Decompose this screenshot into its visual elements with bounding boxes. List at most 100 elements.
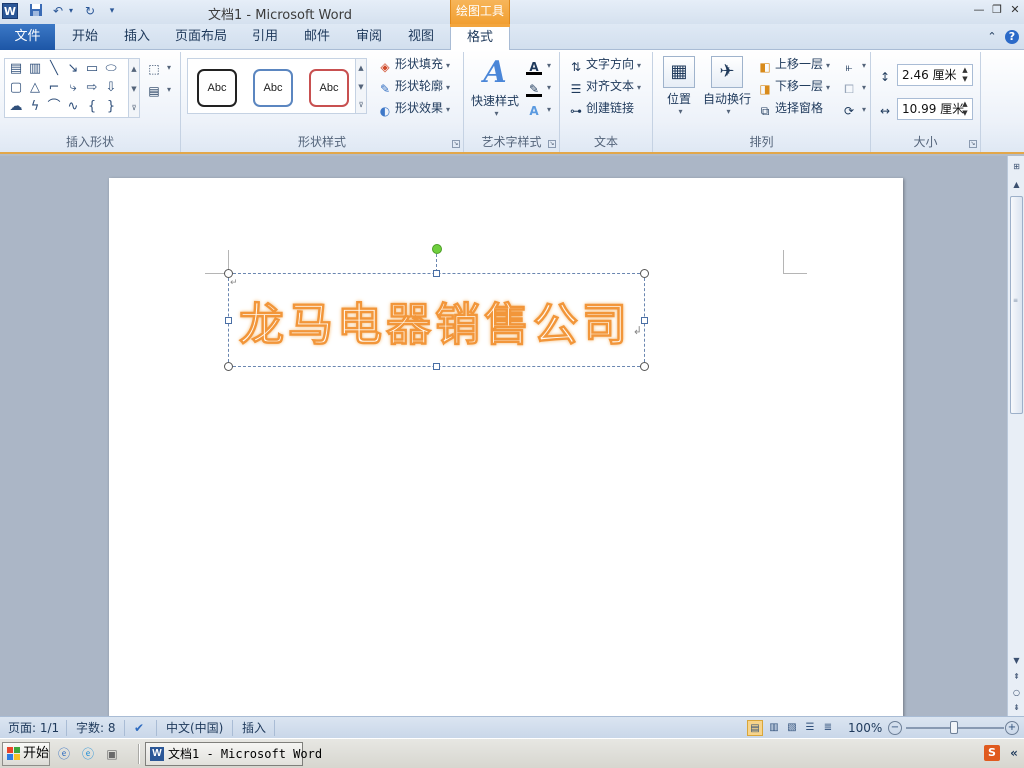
scroll-down-icon[interactable]: ▼ [1010,654,1023,668]
shape-effects-button[interactable]: ◐ 形状效果 ▾ [377,98,450,118]
scroll-up-icon[interactable]: ▲ [1010,178,1023,192]
triangle-shape-icon[interactable]: △ [26,79,44,97]
select-browse-object-icon[interactable]: ○ [1010,686,1023,700]
shape-style-swatch[interactable]: Abc [197,69,237,107]
shape-outline-button[interactable]: ✎ 形状轮廓 ▾ [377,76,450,96]
document-page[interactable]: ↵ 龙马电器销售公司 ↲ [109,178,903,716]
oval-shape-icon[interactable]: ⬭ [102,60,120,78]
rotate-button[interactable]: ⟳ ▾ [841,98,866,118]
tab-insert[interactable]: 插入 [114,24,160,50]
align-button[interactable]: ⫦ ▾ [841,54,866,74]
tab-review[interactable]: 审阅 [346,24,392,50]
align-text-button[interactable]: ☰ 对齐文本 ▾ [568,76,641,96]
selection-pane-button[interactable]: ⧉ 选择窗格 [757,98,823,118]
full-screen-reading-view-icon[interactable]: ▥ [766,720,782,736]
draw-textbox-button[interactable]: ▤ ▾ [146,78,171,98]
shape-style-swatch[interactable]: Abc [253,69,293,107]
vertical-scrollbar[interactable]: ⊞ ▲ ≡ ▼ ⇞ ○ ⇟ [1007,156,1024,716]
start-button[interactable]: 开始 [2,742,50,766]
language-indicator[interactable]: 中文(中国) [166,720,223,736]
wordart-text[interactable]: 龙马电器销售公司 [239,288,639,353]
resize-handle-top[interactable] [433,270,440,277]
wordart-styles-launcher-icon[interactable]: ↘ [548,140,556,148]
down-arrow-shape-icon[interactable]: ⇩ [102,79,120,97]
ruler-toggle-icon[interactable]: ⊞ [1010,160,1023,174]
position-button[interactable]: ▦ 位置 ▾ [659,56,699,116]
draft-view-icon[interactable]: ≣ [820,720,836,736]
tab-file[interactable]: 文件 [0,24,55,50]
arc-shape-icon[interactable]: ⌒ [45,98,63,116]
arrow-line-shape-icon[interactable]: ↘ [64,60,82,78]
tray-expand-icon[interactable]: « [1006,745,1022,761]
height-spin-up-icon[interactable]: ▲ [960,66,970,75]
vertical-textbox-shape-icon[interactable]: ▥ [26,60,44,78]
lightning-shape-icon[interactable]: ϟ [26,98,44,116]
zoom-level[interactable]: 100% [848,720,882,736]
textbox-shape-icon[interactable]: ▤ [7,60,25,78]
width-spin-down-icon[interactable]: ▼ [960,109,970,118]
tab-home[interactable]: 开始 [62,24,108,50]
left-brace-shape-icon[interactable]: { [83,98,101,116]
quick-launch-app-icon[interactable]: ▣ [104,746,120,762]
quick-launch-browser-icon[interactable]: ⓔ [80,746,96,762]
taskbar-word-window[interactable]: W 文档1 - Microsoft Word [145,742,322,766]
web-layout-view-icon[interactable]: ▧ [784,720,800,736]
zoom-out-icon[interactable]: − [888,721,902,735]
text-fill-button[interactable]: A ▾ [526,54,551,75]
minimize-icon[interactable]: — [972,3,986,17]
previous-page-icon[interactable]: ⇞ [1010,670,1023,684]
shape-width-input[interactable]: 10.99 厘米 ▲ ▼ [897,98,973,120]
bring-forward-button[interactable]: ◧ 上移一层 ▾ [757,54,830,74]
close-icon[interactable]: ✕ [1008,3,1022,17]
shapes-more-icon[interactable]: ⊽ [128,99,139,117]
outline-view-icon[interactable]: ☰ [802,720,818,736]
shapes-scroll-down-icon[interactable]: ▼ [128,79,139,99]
edit-shape-button[interactable]: ⬚ ▾ [146,56,171,76]
print-layout-view-icon[interactable]: ▤ [747,720,763,736]
rotate-handle[interactable] [432,244,442,254]
shape-styles-launcher-icon[interactable]: ↘ [452,140,460,148]
resize-handle-top-right[interactable] [640,269,649,278]
shape-height-input[interactable]: 2.46 厘米 ▲ ▼ [897,64,973,86]
resize-handle-bottom-right[interactable] [640,362,649,371]
quick-styles-button[interactable]: A 快速样式 ▾ [468,56,522,119]
zoom-slider-thumb[interactable] [950,721,958,734]
resize-handle-top-left[interactable] [224,269,233,278]
resize-handle-right[interactable] [641,317,648,324]
line-shape-icon[interactable]: ╲ [45,60,63,78]
resize-handle-left[interactable] [225,317,232,324]
proofing-icon[interactable]: ✔ [134,720,144,736]
resize-handle-bottom-left[interactable] [224,362,233,371]
rectangle-shape-icon[interactable]: ▭ [83,60,101,78]
resize-handle-bottom[interactable] [433,363,440,370]
tray-app-icon[interactable]: S [984,745,1000,761]
send-backward-button[interactable]: ◨ 下移一层 ▾ [757,76,830,96]
styles-scroll-down-icon[interactable]: ▼ [355,78,366,97]
styles-scroll-up-icon[interactable]: ▲ [355,59,366,78]
text-outline-button[interactable]: ✎ ▾ [526,76,551,97]
width-spin-up-icon[interactable]: ▲ [960,100,970,109]
elbow-connector-shape-icon[interactable]: ⌐ [45,79,63,97]
text-effects-button[interactable]: A ▾ [526,98,551,118]
tab-references[interactable]: 引用 [242,24,288,50]
rounded-rectangle-shape-icon[interactable]: ▢ [7,79,25,97]
page-count[interactable]: 页面: 1/1 [8,720,59,736]
text-direction-button[interactable]: ⇅ 文字方向 ▾ [568,54,641,74]
shapes-gallery[interactable]: ▤ ▥ ╲ ↘ ▭ ⬭ ▢ △ ⌐ ⤷ ⇨ ⇩ ☁ ϟ ⌒ ∿ { } ▲ ▼ … [4,58,140,118]
size-launcher-icon[interactable]: ↘ [969,140,977,148]
next-page-icon[interactable]: ⇟ [1010,701,1023,715]
tab-mailings[interactable]: 邮件 [294,24,340,50]
tab-view[interactable]: 视图 [398,24,444,50]
shape-fill-button[interactable]: ◈ 形状填充 ▾ [377,54,450,74]
quick-launch-ie-icon[interactable]: ⓔ [56,746,72,762]
wrap-text-button[interactable]: ✈ 自动换行 ▾ [701,56,753,116]
create-link-button[interactable]: ⊶ 创建链接 [568,98,634,118]
restore-icon[interactable]: ❐ [990,3,1004,17]
elbow-arrow-shape-icon[interactable]: ⤷ [64,79,82,97]
document-area[interactable]: ↵ 龙马电器销售公司 ↲ [0,156,1007,716]
right-brace-shape-icon[interactable]: } [102,98,120,116]
minimize-ribbon-icon[interactable]: ⌃ [985,30,999,44]
tab-format[interactable]: 格式 [450,24,510,51]
right-arrow-shape-icon[interactable]: ⇨ [83,79,101,97]
wordart-textbox[interactable]: ↵ 龙马电器销售公司 ↲ [224,269,649,371]
